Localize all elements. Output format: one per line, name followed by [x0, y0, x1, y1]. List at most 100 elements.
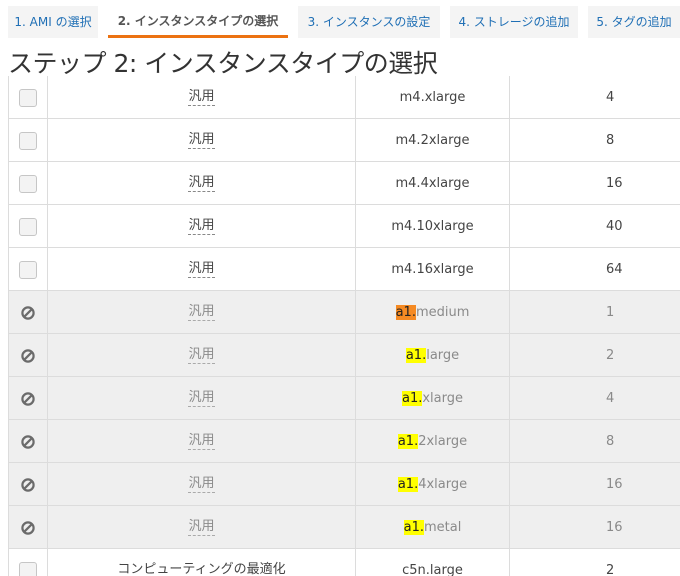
select-cell — [8, 248, 48, 291]
instance-type: m4.16xlarge — [391, 262, 474, 277]
family-cell: 汎用 — [48, 420, 356, 463]
wizard-step-3[interactable]: 3. インスタンスの設定 — [298, 6, 440, 38]
instance-family: コンピューティングの最適化 — [117, 562, 285, 576]
vcpu-cell: 4 — [510, 377, 680, 420]
wizard-step-5[interactable]: 5. タグの追加 — [588, 6, 680, 38]
type-cell: m4.16xlarge — [356, 248, 510, 291]
family-cell: コンピューティングの最適化 — [48, 549, 356, 576]
select-cell — [8, 377, 48, 420]
type-cell: m4.10xlarge — [356, 205, 510, 248]
instance-type: m4.10xlarge — [391, 219, 474, 234]
instance-type: m4.2xlarge — [395, 133, 470, 148]
vcpu-count: 1 — [606, 305, 615, 320]
select-cell — [8, 205, 48, 248]
search-match-highlight: a1. — [401, 391, 423, 406]
ban-icon — [21, 305, 35, 320]
select-cell — [8, 291, 48, 334]
wizard-step-1[interactable]: 1. AMI の選択 — [8, 6, 98, 38]
table-row: 汎用 a1. 2xlarge 8 — [8, 420, 680, 463]
search-match-highlight: a1. — [403, 520, 425, 535]
vcpu-cell: 16 — [510, 463, 680, 506]
type-cell: a1. metal — [356, 506, 510, 549]
page-title: ステップ 2: インスタンスタイプの選択 — [8, 49, 438, 78]
table-row[interactable]: 汎用 m4.2xlarge 8 — [8, 119, 680, 162]
vcpu-count: 2 — [606, 348, 615, 363]
ban-icon — [21, 391, 35, 406]
ban-icon — [21, 520, 35, 535]
type-cell: a1. 4xlarge — [356, 463, 510, 506]
family-cell: 汎用 — [48, 76, 356, 119]
wizard-step-2[interactable]: 2. インスタンスタイプの選択 — [108, 6, 288, 38]
instance-type: 2xlarge — [418, 434, 468, 449]
row-select-checkbox[interactable] — [19, 88, 37, 107]
table-row[interactable]: コンピューティングの最適化 c5n.large 2 — [8, 549, 680, 576]
instance-family: 汎用 — [188, 175, 215, 192]
instance-type: 4xlarge — [418, 477, 468, 492]
ban-icon — [21, 434, 35, 449]
vcpu-count: 4 — [606, 90, 615, 105]
select-cell — [8, 119, 48, 162]
family-cell: 汎用 — [48, 248, 356, 291]
vcpu-cell: 16 — [510, 506, 680, 549]
instance-family: 汎用 — [188, 132, 215, 149]
instance-type: m4.4xlarge — [395, 176, 470, 191]
vcpu-count: 8 — [606, 434, 615, 449]
select-cell — [8, 76, 48, 119]
instance-type: xlarge — [422, 391, 463, 406]
instance-family: 汎用 — [188, 261, 215, 278]
family-cell: 汎用 — [48, 334, 356, 377]
instance-family: 汎用 — [188, 519, 215, 536]
wizard-steps: 1. AMI の選択 2. インスタンスタイプの選択 3. インスタンスの設定 4. … — [0, 0, 680, 40]
type-cell: m4.2xlarge — [356, 119, 510, 162]
vcpu-cell: 16 — [510, 162, 680, 205]
type-cell: c5n.large — [356, 549, 510, 576]
row-select-checkbox[interactable] — [19, 131, 37, 150]
vcpu-cell: 40 — [510, 205, 680, 248]
family-cell: 汎用 — [48, 162, 356, 205]
row-select-checkbox[interactable] — [19, 561, 37, 576]
vcpu-cell: 1 — [510, 291, 680, 334]
family-cell: 汎用 — [48, 119, 356, 162]
search-match-highlight: a1. — [395, 305, 416, 320]
search-match-highlight: a1. — [405, 348, 427, 363]
table-row[interactable]: 汎用 m4.16xlarge 64 — [8, 248, 680, 291]
ban-icon — [21, 477, 35, 492]
family-cell: 汎用 — [48, 506, 356, 549]
row-select-checkbox[interactable] — [19, 174, 37, 193]
row-select-checkbox[interactable] — [19, 217, 37, 236]
table-row[interactable]: 汎用 m4.10xlarge 40 — [8, 205, 680, 248]
vcpu-cell: 2 — [510, 549, 680, 576]
table-row: 汎用 a1. medium 1 — [8, 291, 680, 334]
table-row[interactable]: 汎用 m4.4xlarge 16 — [8, 162, 680, 205]
family-cell: 汎用 — [48, 205, 356, 248]
instance-type: m4.xlarge — [399, 90, 466, 105]
vcpu-cell: 8 — [510, 420, 680, 463]
type-cell: a1. large — [356, 334, 510, 377]
type-cell: m4.4xlarge — [356, 162, 510, 205]
row-select-checkbox[interactable] — [19, 260, 37, 279]
table-row: 汎用 a1. metal 16 — [8, 506, 680, 549]
instance-family: 汎用 — [188, 390, 215, 407]
select-cell — [8, 463, 48, 506]
table-row[interactable]: 汎用 m4.xlarge 4 — [8, 76, 680, 119]
select-cell — [8, 334, 48, 377]
select-cell — [8, 420, 48, 463]
instance-type: metal — [424, 520, 462, 535]
vcpu-count: 64 — [606, 262, 623, 277]
select-cell — [8, 162, 48, 205]
search-match-highlight: a1. — [397, 434, 419, 449]
vcpu-count: 16 — [606, 520, 623, 535]
vcpu-count: 40 — [606, 219, 623, 234]
instance-family: 汎用 — [188, 433, 215, 450]
family-cell: 汎用 — [48, 463, 356, 506]
table-row: 汎用 a1. 4xlarge 16 — [8, 463, 680, 506]
wizard-step-4[interactable]: 4. ストレージの追加 — [450, 6, 578, 38]
instance-family: 汎用 — [188, 476, 215, 493]
vcpu-count: 2 — [606, 563, 615, 576]
instance-family: 汎用 — [188, 218, 215, 235]
vcpu-cell: 8 — [510, 119, 680, 162]
vcpu-count: 16 — [606, 176, 623, 191]
type-cell: a1. 2xlarge — [356, 420, 510, 463]
table-row: 汎用 a1. xlarge 4 — [8, 377, 680, 420]
instance-type: c5n.large — [402, 563, 463, 576]
